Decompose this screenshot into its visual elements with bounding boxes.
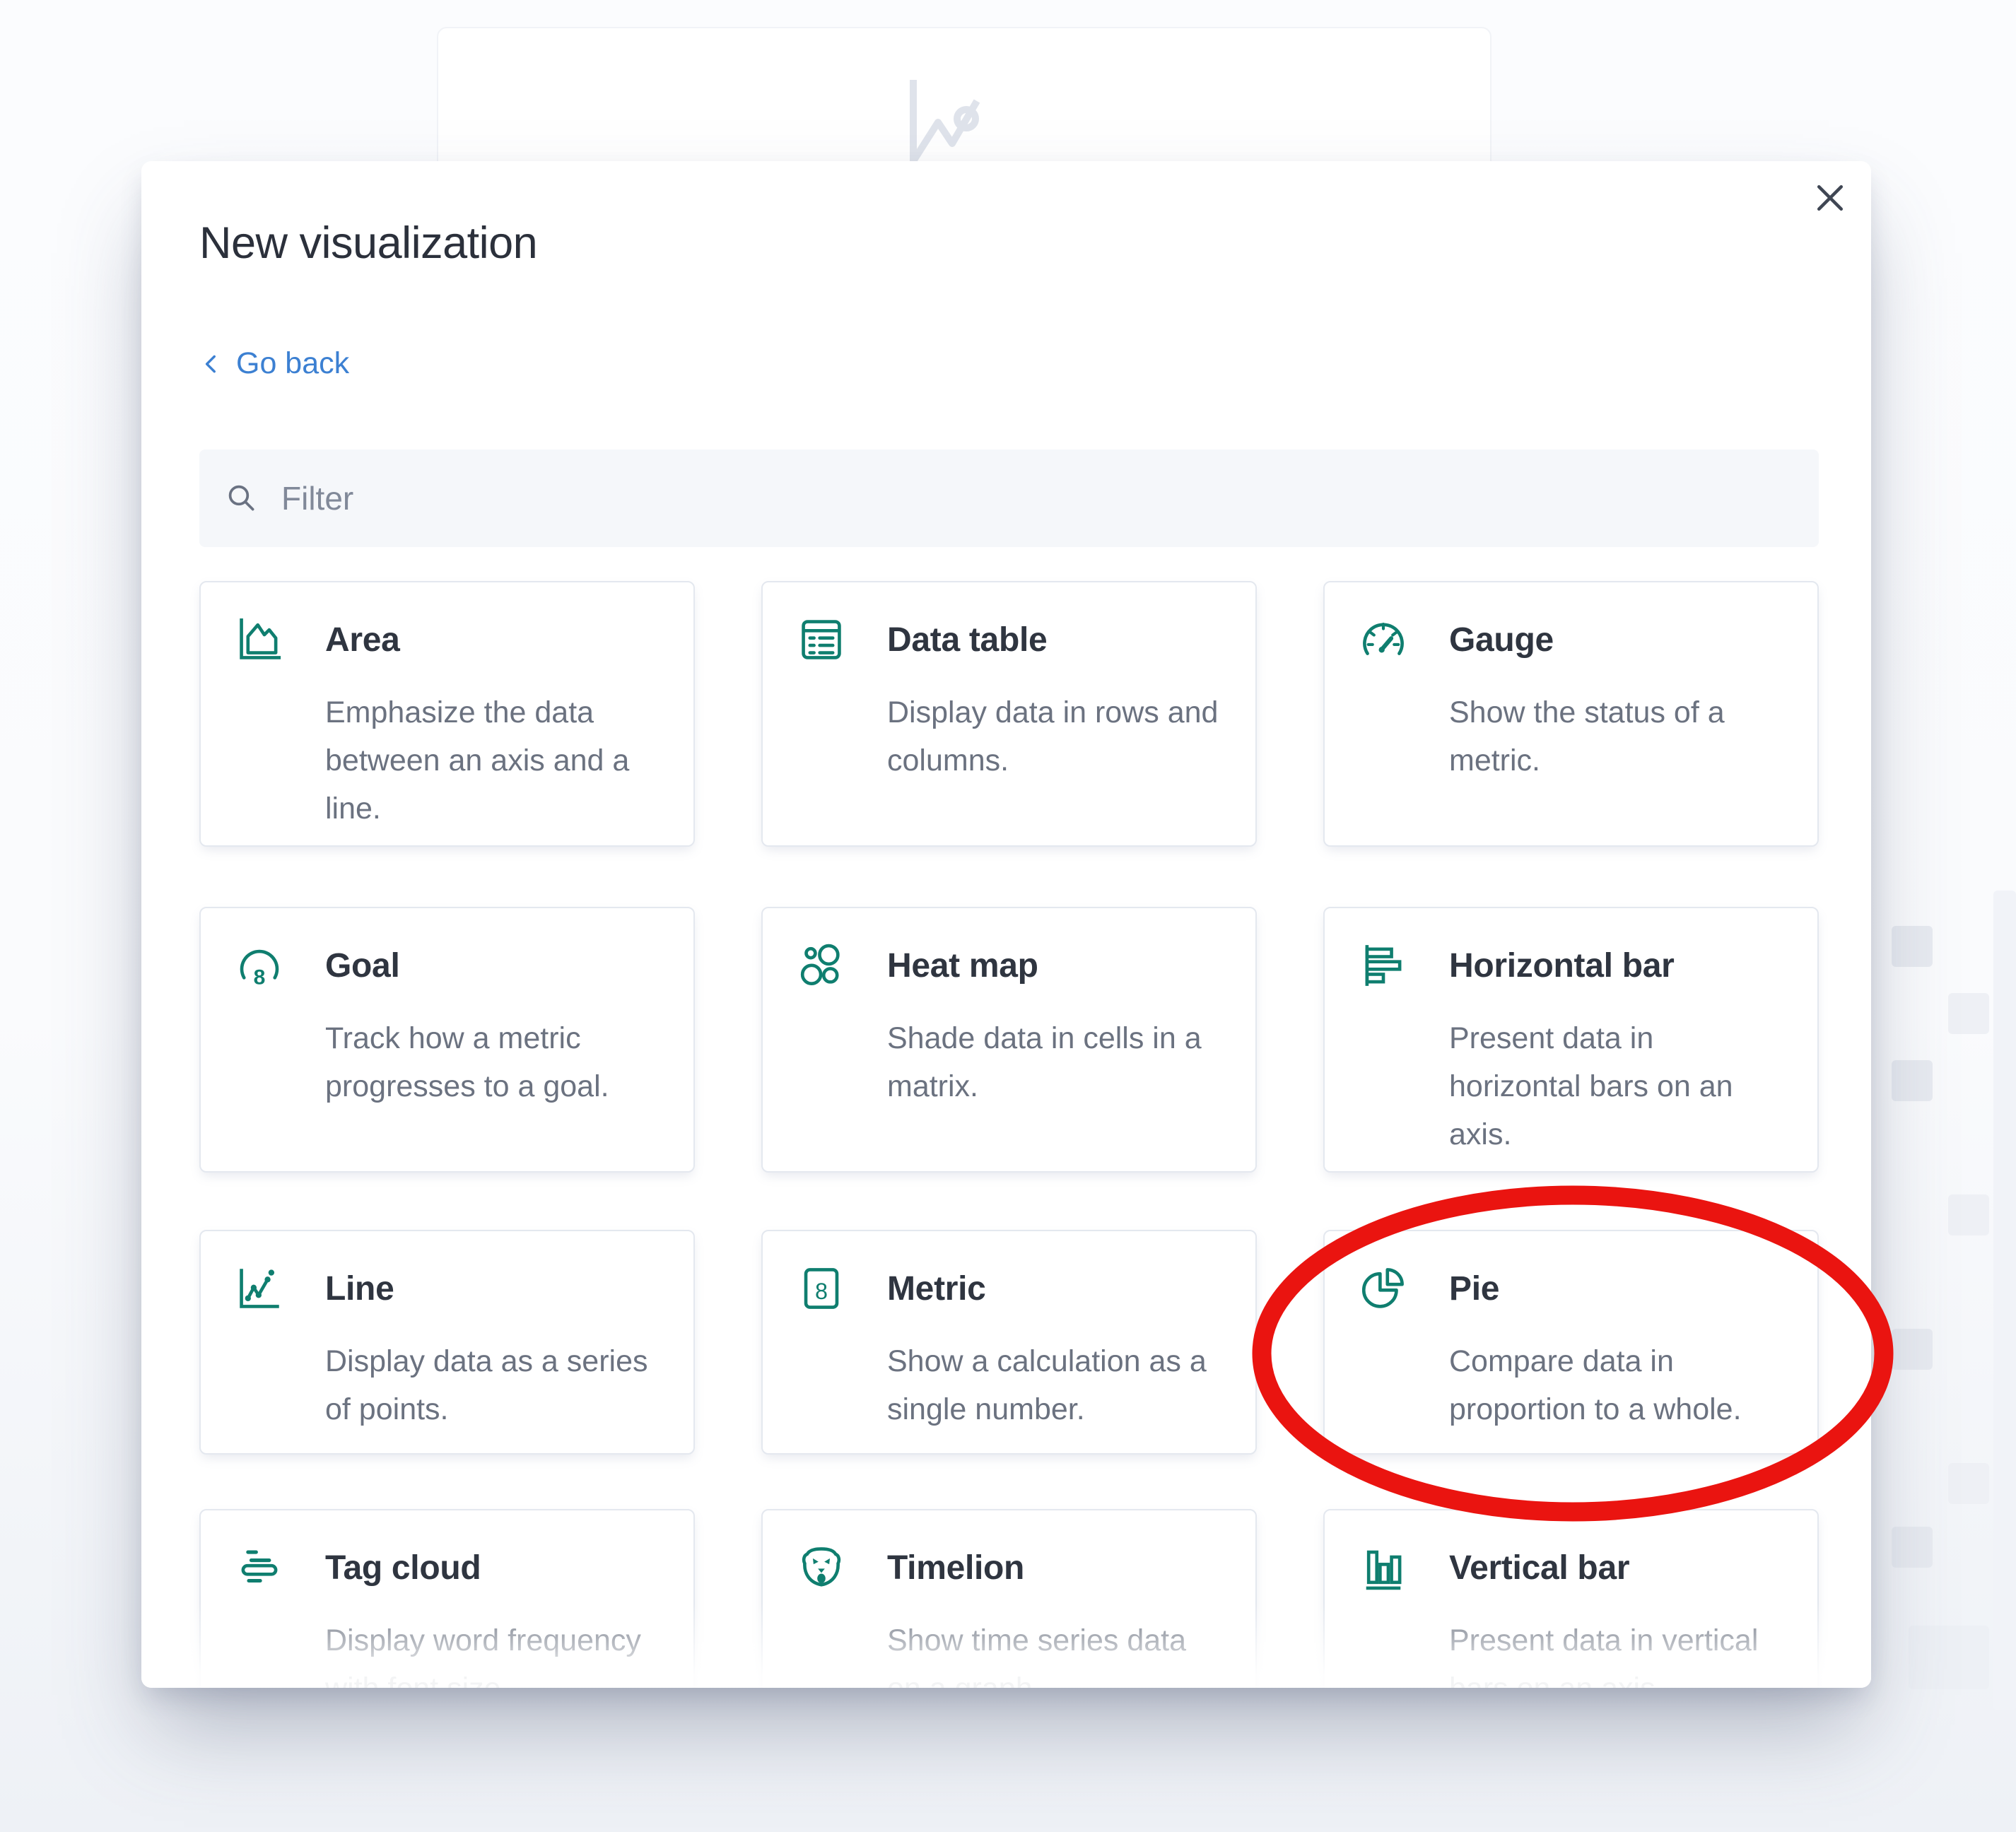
viz-card-pie[interactable]: Pie Compare data in proportion to a whole… (1323, 1230, 1819, 1455)
viz-card-data-table[interactable]: Data table Display data in rows and colum… (761, 581, 1257, 847)
viz-card-metric[interactable]: 8 Metric Show a calculation as a single nu… (761, 1230, 1257, 1455)
viz-card-vertical-bar[interactable]: Vertical bar Present data in vertical bar… (1323, 1509, 1819, 1688)
background-decoration (1892, 926, 1933, 967)
viz-card-title: Data table (887, 621, 1047, 659)
viz-card-title: Timelion (887, 1549, 1024, 1587)
viz-card-title: Vertical bar (1449, 1549, 1629, 1587)
viz-card-gauge[interactable]: Gauge Show the status of a metric. (1323, 581, 1819, 847)
viz-card-title: Line (325, 1269, 394, 1308)
viz-card-line[interactable]: Line Display data as a series of points. (199, 1230, 695, 1455)
viz-card-title: Gauge (1449, 621, 1554, 659)
viz-card-description: Emphasize the data between an axis and a… (325, 688, 666, 833)
viz-card-title: Heat map (887, 946, 1038, 985)
close-button[interactable] (1810, 178, 1850, 218)
go-back-link[interactable]: Go back (199, 346, 349, 381)
viz-card-title: Horizontal bar (1449, 946, 1675, 985)
chevron-left-icon (199, 352, 223, 376)
viz-card-description: Show time series data on a graph. (887, 1616, 1228, 1688)
filter-input[interactable] (280, 478, 1819, 518)
go-back-label: Go back (236, 346, 349, 381)
new-visualization-modal: New visualization Go back Area Emphasize … (141, 161, 1871, 1688)
metric-icon: 8 (795, 1262, 848, 1315)
viz-card-area[interactable]: Area Emphasize the data between an axis a… (199, 581, 695, 847)
viz-card-description: Show a calculation as a single number. (887, 1337, 1228, 1433)
search-icon (223, 480, 260, 517)
viz-card-title: Goal (325, 946, 400, 985)
viz-card-horizontal-bar[interactable]: Horizontal bar Present data in horizontal… (1323, 907, 1819, 1173)
background-decoration (1993, 891, 2016, 1710)
viz-card-description: Present data in horizontal bars on an ax… (1449, 1014, 1790, 1158)
viz-card-title: Pie (1449, 1269, 1499, 1308)
line-chart-icon (233, 1262, 286, 1315)
viz-card-description: Track how a metric progresses to a goal. (325, 1014, 666, 1110)
background-decoration (1892, 1527, 1933, 1568)
background-decoration (1948, 993, 1989, 1034)
viz-card-heat-map[interactable]: Heat map Shade data in cells in a matrix. (761, 907, 1257, 1173)
viz-card-description: Present data in vertical bars on an axis… (1449, 1616, 1790, 1688)
close-icon (1810, 178, 1850, 218)
viz-card-description: Show the status of a metric. (1449, 688, 1790, 785)
pie-chart-icon (1357, 1262, 1410, 1315)
viz-card-goal[interactable]: 8 Goal Track how a metric progresses to a … (199, 907, 695, 1173)
modal-title: New visualization (199, 218, 537, 269)
background-decoration (1909, 1626, 1989, 1689)
timelion-icon (795, 1542, 848, 1594)
background-decoration (1892, 1060, 1933, 1101)
svg-text:8: 8 (815, 1279, 828, 1304)
horizontal-bar-icon (1357, 939, 1410, 992)
background-decoration (1948, 1194, 1989, 1235)
area-chart-icon (233, 613, 286, 666)
viz-card-tag-cloud[interactable]: Tag cloud Display word frequency with fon… (199, 1509, 695, 1688)
viz-card-description: Display data as a series of points. (325, 1337, 666, 1433)
viz-card-description: Compare data in proportion to a whole. (1449, 1337, 1790, 1433)
tag-cloud-icon (233, 1542, 286, 1594)
viz-card-description: Display word frequency with font size. (325, 1616, 666, 1688)
viz-card-title: Metric (887, 1269, 986, 1308)
goal-icon: 8 (233, 939, 286, 992)
vertical-bar-icon (1357, 1542, 1410, 1594)
data-table-icon (795, 613, 848, 666)
viz-card-description: Shade data in cells in a matrix. (887, 1014, 1228, 1110)
background-decoration (1892, 1329, 1933, 1370)
new-visualization-screen: New visualization Go back Area Emphasize … (0, 0, 2016, 1832)
filter-search-box (199, 450, 1819, 547)
viz-card-description: Display data in rows and columns. (887, 688, 1228, 785)
svg-text:8: 8 (254, 966, 266, 990)
viz-card-title: Area (325, 621, 400, 659)
background-decoration (1948, 1463, 1989, 1504)
heat-map-icon (795, 939, 848, 992)
viz-card-timelion[interactable]: Timelion Show time series data on a graph… (761, 1509, 1257, 1688)
viz-card-title: Tag cloud (325, 1549, 481, 1587)
gauge-icon (1357, 613, 1410, 666)
